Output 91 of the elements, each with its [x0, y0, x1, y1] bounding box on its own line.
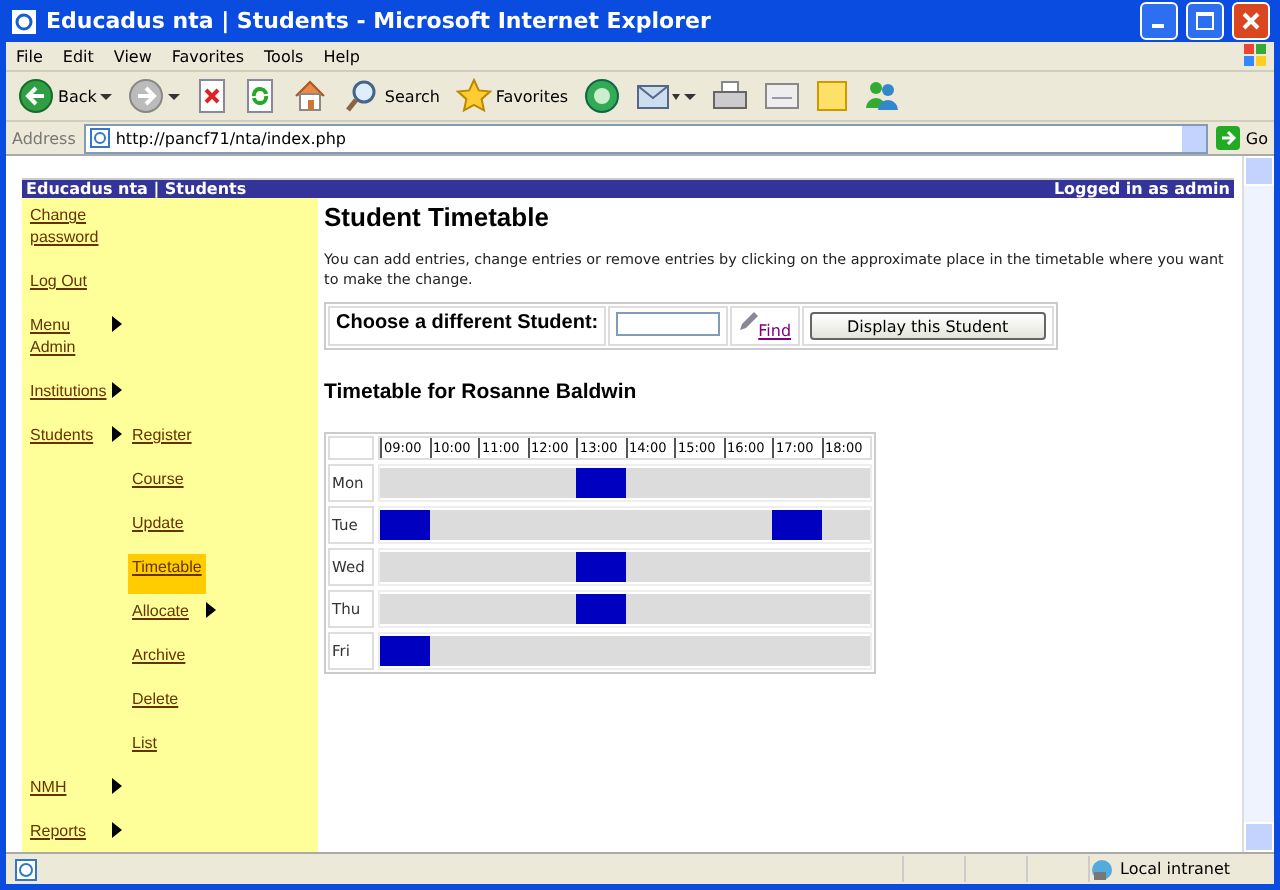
free-slot[interactable] [380, 468, 429, 498]
menu-link[interactable]: Reports [26, 818, 91, 844]
free-slot[interactable] [527, 552, 576, 582]
document-icon [764, 78, 801, 114]
page-icon [14, 857, 38, 881]
menu-link[interactable]: Course [128, 466, 200, 506]
media-icon [584, 78, 621, 114]
free-slot[interactable] [625, 468, 674, 498]
free-slot[interactable] [429, 510, 478, 540]
free-slot[interactable] [821, 636, 870, 666]
browser-icon [10, 7, 38, 35]
go-button[interactable]: Go [1215, 126, 1268, 150]
menu-link[interactable]: Timetable [128, 554, 206, 594]
printer-icon [712, 78, 749, 114]
menu-item[interactable]: File [16, 47, 43, 65]
booked-slot[interactable] [576, 468, 625, 498]
picker-label: Choose a different Student: [336, 312, 599, 334]
search-icon [344, 78, 381, 114]
house-icon [292, 78, 329, 114]
refresh-icon [244, 78, 277, 114]
booked-slot[interactable] [772, 510, 821, 540]
free-slot[interactable] [723, 510, 772, 540]
menu-link[interactable]: Log Out [26, 268, 91, 294]
forward-button[interactable] [124, 74, 185, 118]
menu-link[interactable]: Delete [128, 686, 200, 726]
student-field[interactable] [616, 312, 721, 336]
free-slot[interactable] [625, 594, 674, 624]
window-title: Educadus nta | Students - Microsoft Internet Explorer [46, 8, 713, 34]
free-slot[interactable] [380, 594, 429, 624]
site-title: Educadus nta | Students [26, 180, 247, 198]
address-label: Address [12, 129, 76, 147]
timetable-title: Timetable for Rosanne Baldwin [324, 380, 639, 404]
booked-slot[interactable] [380, 636, 429, 666]
minimize-button[interactable] [1140, 2, 1178, 40]
timetable-row[interactable] [378, 632, 872, 670]
login-status: Logged in as admin [1053, 180, 1230, 198]
free-slot[interactable] [527, 468, 576, 498]
media-button[interactable] [580, 74, 625, 118]
windows-logo-icon [1242, 42, 1270, 68]
page-icon [89, 128, 110, 148]
star-icon [455, 78, 492, 114]
menu-item[interactable]: Favorites [171, 47, 245, 65]
page-heading: Student Timetable [324, 202, 551, 232]
display-student-button[interactable]: Display this Student [809, 312, 1047, 340]
timetable-row[interactable] [378, 548, 872, 586]
corner-cell [328, 436, 374, 460]
people-icon [864, 78, 901, 114]
menu-link[interactable]: Allocate [128, 598, 200, 638]
menu-item[interactable]: View [113, 47, 152, 65]
booked-slot[interactable] [380, 510, 429, 540]
timetable-row[interactable] [378, 464, 872, 502]
maximize-button[interactable] [1186, 2, 1224, 40]
network-icon [1090, 857, 1114, 881]
menu-link[interactable]: Menu Admin [26, 312, 106, 360]
scrollbar[interactable] [1242, 156, 1274, 852]
menu-link[interactable]: Institutions [26, 378, 111, 404]
menu-link[interactable]: Archive [128, 642, 200, 682]
note-icon [816, 78, 849, 114]
stop-icon [196, 78, 229, 114]
menu-item[interactable]: Edit [62, 47, 94, 65]
free-slot[interactable] [625, 552, 674, 582]
booked-slot[interactable] [576, 552, 625, 582]
maximize-icon [1196, 12, 1214, 30]
menu-link[interactable]: Update [128, 510, 200, 550]
timetable-row[interactable] [378, 506, 872, 544]
pencil-icon [738, 312, 759, 332]
address-field[interactable]: http://pancf71/nta/index.php [83, 123, 1208, 153]
close-button[interactable] [1232, 2, 1270, 40]
menu-link[interactable]: Students [26, 422, 98, 448]
free-slot[interactable] [821, 552, 870, 582]
menu-item[interactable]: Help [323, 47, 360, 65]
back-button[interactable]: Back [14, 74, 117, 118]
menu-link[interactable]: NMH [26, 774, 71, 800]
menu-link[interactable]: Change password [26, 202, 106, 250]
find-link[interactable]: Find [758, 322, 792, 340]
booked-slot[interactable] [576, 594, 625, 624]
free-slot[interactable] [429, 636, 478, 666]
zone-label: Local intranet [1120, 860, 1231, 878]
free-slot[interactable] [821, 510, 870, 540]
menu-link[interactable]: List [128, 730, 200, 770]
free-slot[interactable] [821, 468, 870, 498]
free-slot[interactable] [380, 552, 429, 582]
free-slot[interactable] [527, 594, 576, 624]
timetable-row[interactable] [378, 590, 872, 628]
menu-link[interactable]: Register [128, 422, 200, 462]
menu-item[interactable]: Tools [264, 47, 304, 65]
dropdown-icon [1181, 125, 1206, 151]
close-icon [1242, 12, 1260, 30]
free-slot[interactable] [821, 594, 870, 624]
favorites-button[interactable]: Favorites [451, 74, 573, 118]
search-button[interactable]: Search [340, 74, 444, 118]
